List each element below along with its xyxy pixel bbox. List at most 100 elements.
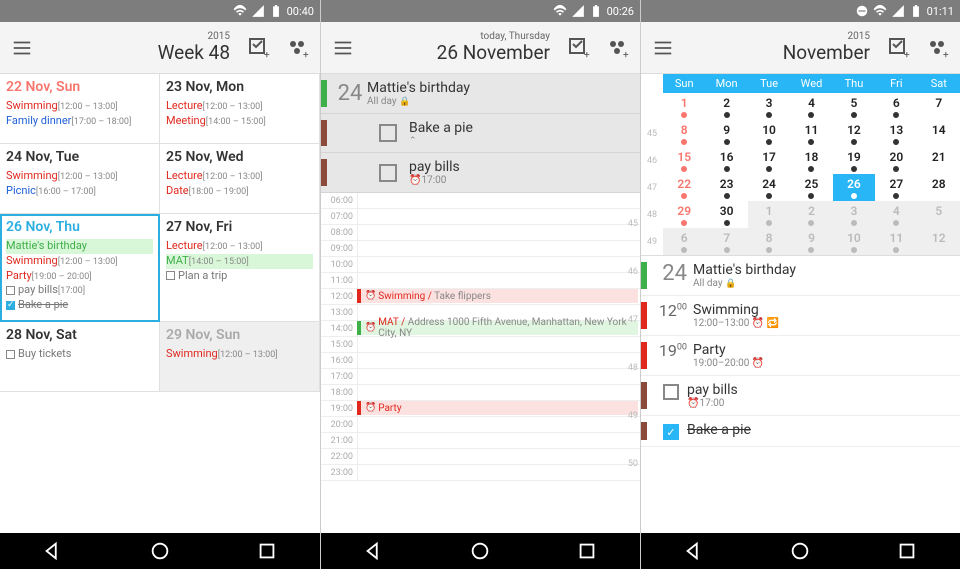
nav-recent-icon[interactable] [256,540,278,562]
month-day-cell[interactable]: 21 [918,147,960,174]
new-event-icon[interactable]: + [564,33,594,63]
event-item[interactable]: pay bills[17:00] [6,283,153,298]
month-day-cell[interactable]: 28 [918,174,960,201]
event-item[interactable]: Picnic[16:00 – 17:00] [6,184,153,199]
hour-row[interactable]: 07:00 [321,209,640,225]
month-day-cell[interactable]: 4 [790,93,832,120]
month-day-cell[interactable]: 25 [790,174,832,201]
month-day-cell[interactable]: 1 [663,93,705,120]
week-day-cell[interactable]: 22 Nov, SunSwimming[12:00 – 13:00]Family… [0,74,160,144]
allday-event[interactable]: 24 Mattie's birthday All day 🔒 [321,74,640,114]
week-day-cell[interactable]: 29 Nov, SunSwimming[12:00 – 13:00] [160,322,320,392]
month-day-cell[interactable]: 27 [875,174,917,201]
hour-row[interactable]: 11:00 [321,273,640,289]
hour-row[interactable]: 21:00 [321,433,640,449]
month-day-cell[interactable]: 9 [705,120,747,147]
nav-home-icon[interactable] [149,540,171,562]
month-day-cell[interactable]: 11 [790,120,832,147]
month-day-cell[interactable]: 22 [663,174,705,201]
task-row[interactable]: pay bills⏰17:00 [321,153,640,193]
week-day-cell[interactable]: 24 Nov, TueSwimming[12:00 – 13:00]Picnic… [0,144,160,214]
event-item[interactable]: Buy tickets [6,347,153,362]
hour-row[interactable]: 23:00 [321,465,640,481]
month-day-cell[interactable]: 15 [663,147,705,174]
month-day-cell[interactable]: 5 [833,93,875,120]
checkbox-icon[interactable] [6,286,15,295]
month-day-cell[interactable]: 29 [663,201,705,228]
agenda-allday[interactable]: 24Mattie's birthdayAll day 🔒 [641,256,960,296]
hour-row[interactable]: 16:00 [321,353,640,369]
checkbox-icon[interactable] [166,271,175,280]
nav-recent-icon[interactable] [896,540,918,562]
agenda-task[interactable]: pay bills⏰17:00 [641,376,960,416]
month-day-cell[interactable]: 10 [833,228,875,255]
event-item[interactable]: Party[19:00 – 20:00] [6,269,153,284]
month-day-cell[interactable]: 2 [705,93,747,120]
checkbox-icon[interactable] [663,384,679,400]
event-item[interactable]: Lecture[12:00 – 13:00] [166,99,313,114]
month-day-cell[interactable]: 17 [748,147,790,174]
hour-row[interactable]: 10:00 [321,257,640,273]
toolbar-title[interactable]: 2015 November [685,32,876,64]
checkbox-icon[interactable] [6,350,15,359]
new-event-icon[interactable]: + [244,33,274,63]
month-day-cell[interactable]: 9 [790,228,832,255]
hour-row[interactable]: 18:00 [321,385,640,401]
checkbox-icon[interactable] [6,301,15,310]
menu-icon[interactable] [649,34,677,62]
new-event-icon[interactable]: + [884,33,914,63]
month-day-cell[interactable]: 6 [663,228,705,255]
month-day-cell[interactable]: 18 [790,147,832,174]
week-day-cell[interactable]: 27 Nov, FriLecture[12:00 – 13:00]MAT[14:… [160,214,320,322]
toolbar-title[interactable]: today, Thursday 26 November [365,32,556,64]
month-day-cell[interactable]: 3 [748,93,790,120]
event-item[interactable]: Swimming[12:00 – 13:00] [6,254,153,269]
month-day-cell[interactable]: 10 [748,120,790,147]
event-item[interactable]: Meeting[14:00 – 15:00] [166,114,313,129]
checkbox-icon[interactable] [379,124,397,142]
month-day-cell[interactable]: 26 [833,174,875,201]
event-item[interactable]: MAT[14:00 – 15:00] [166,254,313,269]
month-day-cell[interactable]: 8 [748,228,790,255]
month-day-cell[interactable]: 3 [833,201,875,228]
hour-row[interactable]: 22:00 [321,449,640,465]
event-item[interactable]: Swimming[12:00 – 13:00] [6,99,153,114]
week-day-cell[interactable]: 26 Nov, ThuMattie's birthdaySwimming[12:… [0,214,160,322]
agenda-event[interactable]: 1200Swimming12:00–13:00 ⏰ 🔁 [641,296,960,336]
month-day-cell[interactable]: 19 [833,147,875,174]
nav-back-icon[interactable] [683,540,705,562]
timed-event[interactable]: ⏰MAT / Address 1000 Fifth Avenue, Manhat… [357,321,638,335]
month-day-cell[interactable]: 30 [705,201,747,228]
month-day-cell[interactable]: 7 [705,228,747,255]
share-icon[interactable]: + [282,33,312,63]
hour-row[interactable]: 09:00 [321,241,640,257]
event-item[interactable]: Date[18:00 – 19:00] [166,184,313,199]
share-icon[interactable]: + [602,33,632,63]
month-day-cell[interactable]: 24 [748,174,790,201]
event-item[interactable]: Mattie's birthday [6,239,153,254]
month-day-cell[interactable]: 12 [833,120,875,147]
event-item[interactable]: Bake a pie [6,298,153,313]
week-day-cell[interactable]: 23 Nov, MonLecture[12:00 – 13:00]Meeting… [160,74,320,144]
nav-back-icon[interactable] [42,540,64,562]
nav-recent-icon[interactable] [576,540,598,562]
menu-icon[interactable] [8,34,36,62]
month-day-cell[interactable]: 1 [748,201,790,228]
month-day-cell[interactable]: 23 [705,174,747,201]
hour-row[interactable]: 17:00 [321,369,640,385]
hour-row[interactable]: 15:00 [321,337,640,353]
month-day-cell[interactable]: 7 [918,93,960,120]
hour-row[interactable]: 06:00 [321,193,640,209]
month-day-cell[interactable]: 20 [875,147,917,174]
share-icon[interactable]: + [922,33,952,63]
hour-row[interactable]: 08:00 [321,225,640,241]
timed-event[interactable]: ⏰Party [357,401,638,415]
timed-event[interactable]: ⏰Swimming / Take flippers [357,289,638,303]
week-day-cell[interactable]: 28 Nov, SatBuy tickets [0,322,160,392]
month-day-cell[interactable]: 5 [918,201,960,228]
nav-back-icon[interactable] [363,540,385,562]
event-item[interactable]: Swimming[12:00 – 13:00] [166,347,313,362]
checkbox-icon[interactable] [379,164,397,182]
event-item[interactable]: Family dinner[17:00 – 18:00] [6,114,153,129]
event-item[interactable]: Lecture[12:00 – 13:00] [166,239,313,254]
